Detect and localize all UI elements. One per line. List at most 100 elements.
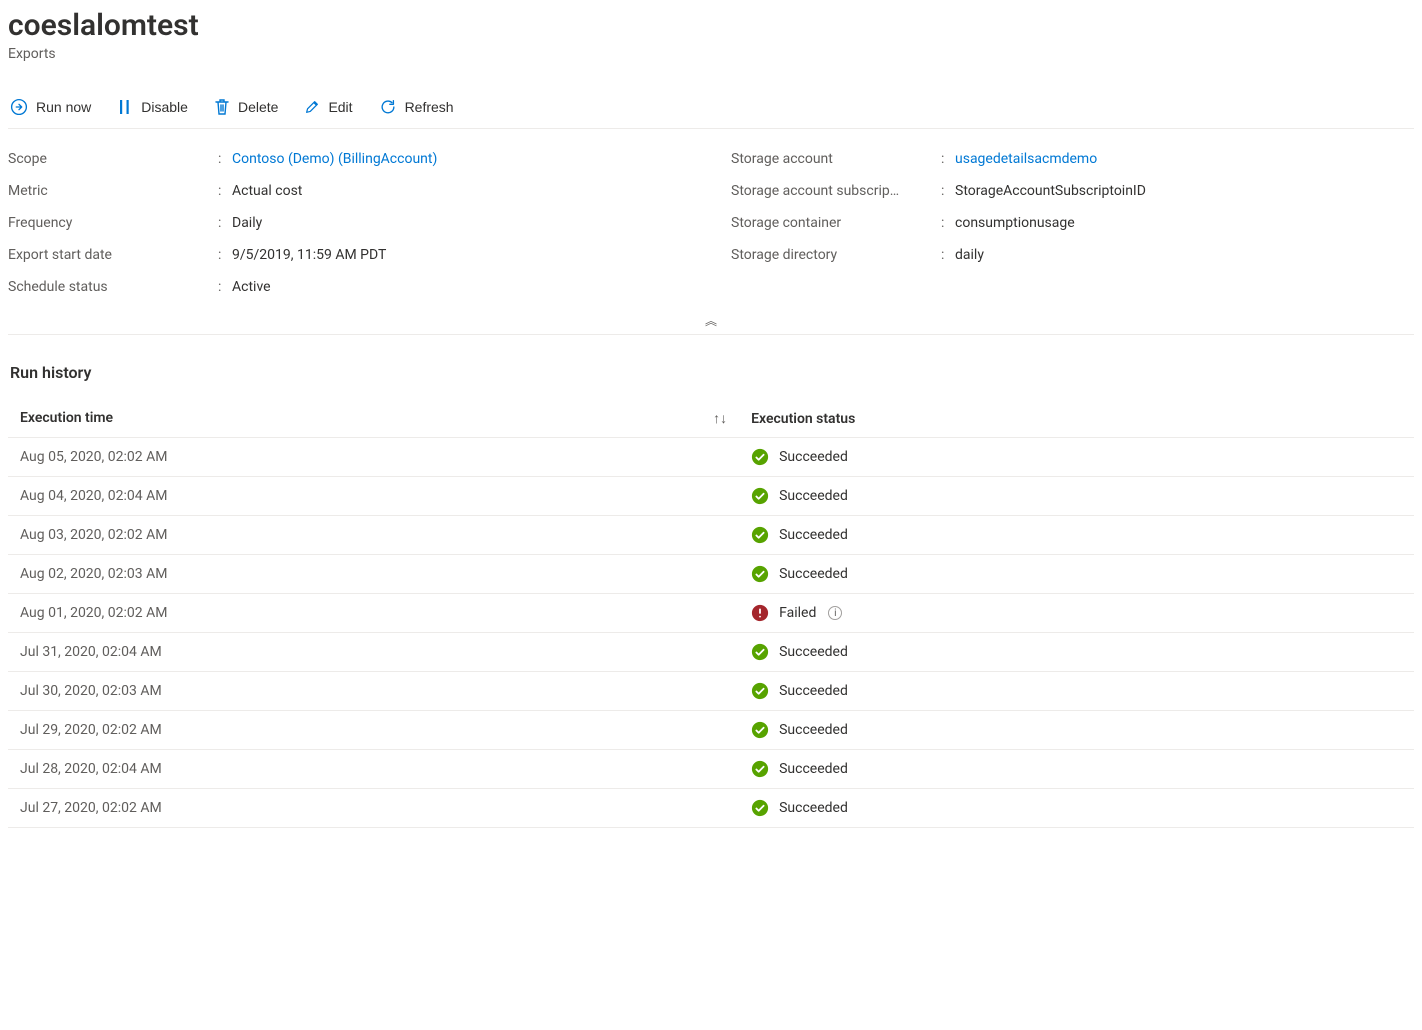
table-row[interactable]: Jul 29, 2020, 02:02 AM Succeeded bbox=[8, 711, 1414, 750]
property-value: consumptionusage bbox=[955, 215, 1075, 231]
collapse-toggle[interactable]: ︽ bbox=[8, 313, 1414, 335]
property-label: Metric bbox=[8, 183, 218, 199]
property-label: Storage account subscrip… bbox=[731, 183, 941, 199]
property-label: Schedule status bbox=[8, 279, 218, 295]
success-icon bbox=[751, 682, 769, 700]
property-colon: : bbox=[941, 183, 955, 199]
status-label: Succeeded bbox=[779, 644, 848, 660]
status-label: Succeeded bbox=[779, 683, 848, 699]
info-icon[interactable]: i bbox=[828, 606, 842, 620]
table-row[interactable]: Aug 04, 2020, 02:04 AMSucceeded bbox=[8, 477, 1414, 516]
collapse-icon: ︽ bbox=[705, 314, 717, 328]
property-value[interactable]: Contoso (Demo) (BillingAccount) bbox=[232, 151, 437, 167]
table-row[interactable]: Jul 30, 2020, 02:03 AM Succeeded bbox=[8, 672, 1414, 711]
property-colon: : bbox=[218, 183, 232, 199]
success-icon bbox=[751, 760, 769, 778]
property-row: Storage directory:daily bbox=[731, 239, 1414, 271]
properties-right-column: Storage account:usagedetailsacmdemoStora… bbox=[731, 143, 1414, 303]
execution-time-cell: Jul 31, 2020, 02:04 AM bbox=[8, 633, 739, 672]
delete-label: Delete bbox=[238, 99, 278, 115]
status-label: Succeeded bbox=[779, 722, 848, 738]
property-row: Frequency:Daily bbox=[8, 207, 691, 239]
run-now-label: Run now bbox=[36, 99, 91, 115]
property-row: Schedule status:Active bbox=[8, 271, 691, 303]
delete-button[interactable]: Delete bbox=[212, 94, 280, 120]
status-label: Succeeded bbox=[779, 761, 848, 777]
edit-label: Edit bbox=[328, 99, 352, 115]
table-row[interactable]: Jul 31, 2020, 02:04 AM Succeeded bbox=[8, 633, 1414, 672]
run-now-icon bbox=[10, 98, 28, 116]
execution-status-cell: Succeeded bbox=[739, 789, 1414, 828]
execution-status-cell: Succeeded bbox=[739, 555, 1414, 594]
sort-icon[interactable]: ↑↓ bbox=[713, 410, 727, 427]
execution-time-cell: Jul 27, 2020, 02:02 AM bbox=[8, 789, 739, 828]
column-execution-status-label: Execution status bbox=[751, 411, 855, 427]
run-now-button[interactable]: Run now bbox=[8, 94, 93, 120]
property-value[interactable]: usagedetailsacmdemo bbox=[955, 151, 1097, 167]
properties-left-column: Scope:Contoso (Demo) (BillingAccount)Met… bbox=[8, 143, 691, 303]
execution-time-cell: Jul 30, 2020, 02:03 AM bbox=[8, 672, 739, 711]
table-row[interactable]: Aug 03, 2020, 02:02 AM Succeeded bbox=[8, 516, 1414, 555]
property-value: 9/5/2019, 11:59 AM PDT bbox=[232, 247, 386, 263]
table-row[interactable]: Jul 27, 2020, 02:02 AM Succeeded bbox=[8, 789, 1414, 828]
trash-icon bbox=[214, 98, 230, 116]
property-value: Actual cost bbox=[232, 183, 302, 199]
execution-time-cell: Aug 02, 2020, 02:03 AM bbox=[8, 555, 739, 594]
property-colon: : bbox=[941, 247, 955, 263]
page-title: coeslalomtest bbox=[8, 8, 1414, 44]
status-label: Succeeded bbox=[779, 527, 848, 543]
success-icon bbox=[751, 448, 769, 466]
success-icon bbox=[751, 565, 769, 583]
property-value: daily bbox=[955, 247, 984, 263]
disable-label: Disable bbox=[141, 99, 188, 115]
execution-status-cell: Succeeded bbox=[739, 711, 1414, 750]
property-row: Storage account:usagedetailsacmdemo bbox=[731, 143, 1414, 175]
execution-time-cell: Aug 04, 2020, 02:04 AM bbox=[8, 477, 739, 516]
table-row[interactable]: Aug 05, 2020, 02:02 AM Succeeded bbox=[8, 438, 1414, 477]
property-row: Metric:Actual cost bbox=[8, 175, 691, 207]
table-row[interactable]: Aug 02, 2020, 02:03 AM Succeeded bbox=[8, 555, 1414, 594]
status-label: Succeeded bbox=[779, 449, 848, 465]
column-execution-time[interactable]: Execution time ↑↓ bbox=[8, 400, 739, 438]
status-label: Succeeded bbox=[779, 566, 848, 582]
error-icon bbox=[751, 604, 769, 622]
edit-button[interactable]: Edit bbox=[302, 94, 354, 120]
status-label: Succeeded bbox=[779, 800, 848, 816]
execution-status-cell: Succeeded bbox=[739, 438, 1414, 477]
table-row[interactable]: Aug 01, 2020, 02:02 AMFailedi bbox=[8, 594, 1414, 633]
refresh-button[interactable]: Refresh bbox=[377, 94, 456, 120]
success-icon bbox=[751, 799, 769, 817]
execution-status-cell: Succeeded bbox=[739, 672, 1414, 711]
property-colon: : bbox=[941, 215, 955, 231]
property-value: Active bbox=[232, 279, 271, 295]
refresh-icon bbox=[379, 98, 397, 116]
property-value: Daily bbox=[232, 215, 262, 231]
column-execution-time-label: Execution time bbox=[20, 410, 113, 426]
execution-status-cell: Succeeded bbox=[739, 516, 1414, 555]
execution-status-cell: Failedi bbox=[739, 594, 1414, 633]
property-colon: : bbox=[941, 151, 955, 167]
pencil-icon bbox=[304, 98, 320, 116]
execution-status-cell: Succeeded bbox=[739, 633, 1414, 672]
execution-time-cell: Jul 28, 2020, 02:04 AM bbox=[8, 750, 739, 789]
property-label: Frequency bbox=[8, 215, 218, 231]
property-row: Scope:Contoso (Demo) (BillingAccount) bbox=[8, 143, 691, 175]
property-colon: : bbox=[218, 247, 232, 263]
column-execution-status[interactable]: Execution status bbox=[739, 400, 1414, 438]
table-row[interactable]: Jul 28, 2020, 02:04 AM Succeeded bbox=[8, 750, 1414, 789]
properties-pane: Scope:Contoso (Demo) (BillingAccount)Met… bbox=[8, 143, 1414, 313]
execution-time-cell: Jul 29, 2020, 02:02 AM bbox=[8, 711, 739, 750]
property-row: Storage account subscrip…:StorageAccount… bbox=[731, 175, 1414, 207]
property-label: Scope bbox=[8, 151, 218, 167]
execution-status-cell: Succeeded bbox=[739, 750, 1414, 789]
pause-icon bbox=[117, 98, 133, 116]
execution-time-cell: Aug 05, 2020, 02:02 AM bbox=[8, 438, 739, 477]
success-icon bbox=[751, 526, 769, 544]
status-label: Failed bbox=[779, 605, 816, 621]
run-history-table: Execution time ↑↓ Execution status Aug 0… bbox=[8, 400, 1414, 828]
disable-button[interactable]: Disable bbox=[115, 94, 190, 120]
execution-time-cell: Aug 03, 2020, 02:02 AM bbox=[8, 516, 739, 555]
property-row: Storage container:consumptionusage bbox=[731, 207, 1414, 239]
toolbar: Run now Disable Delete Edit Refresh bbox=[8, 86, 1414, 129]
execution-time-cell: Aug 01, 2020, 02:02 AM bbox=[8, 594, 739, 633]
